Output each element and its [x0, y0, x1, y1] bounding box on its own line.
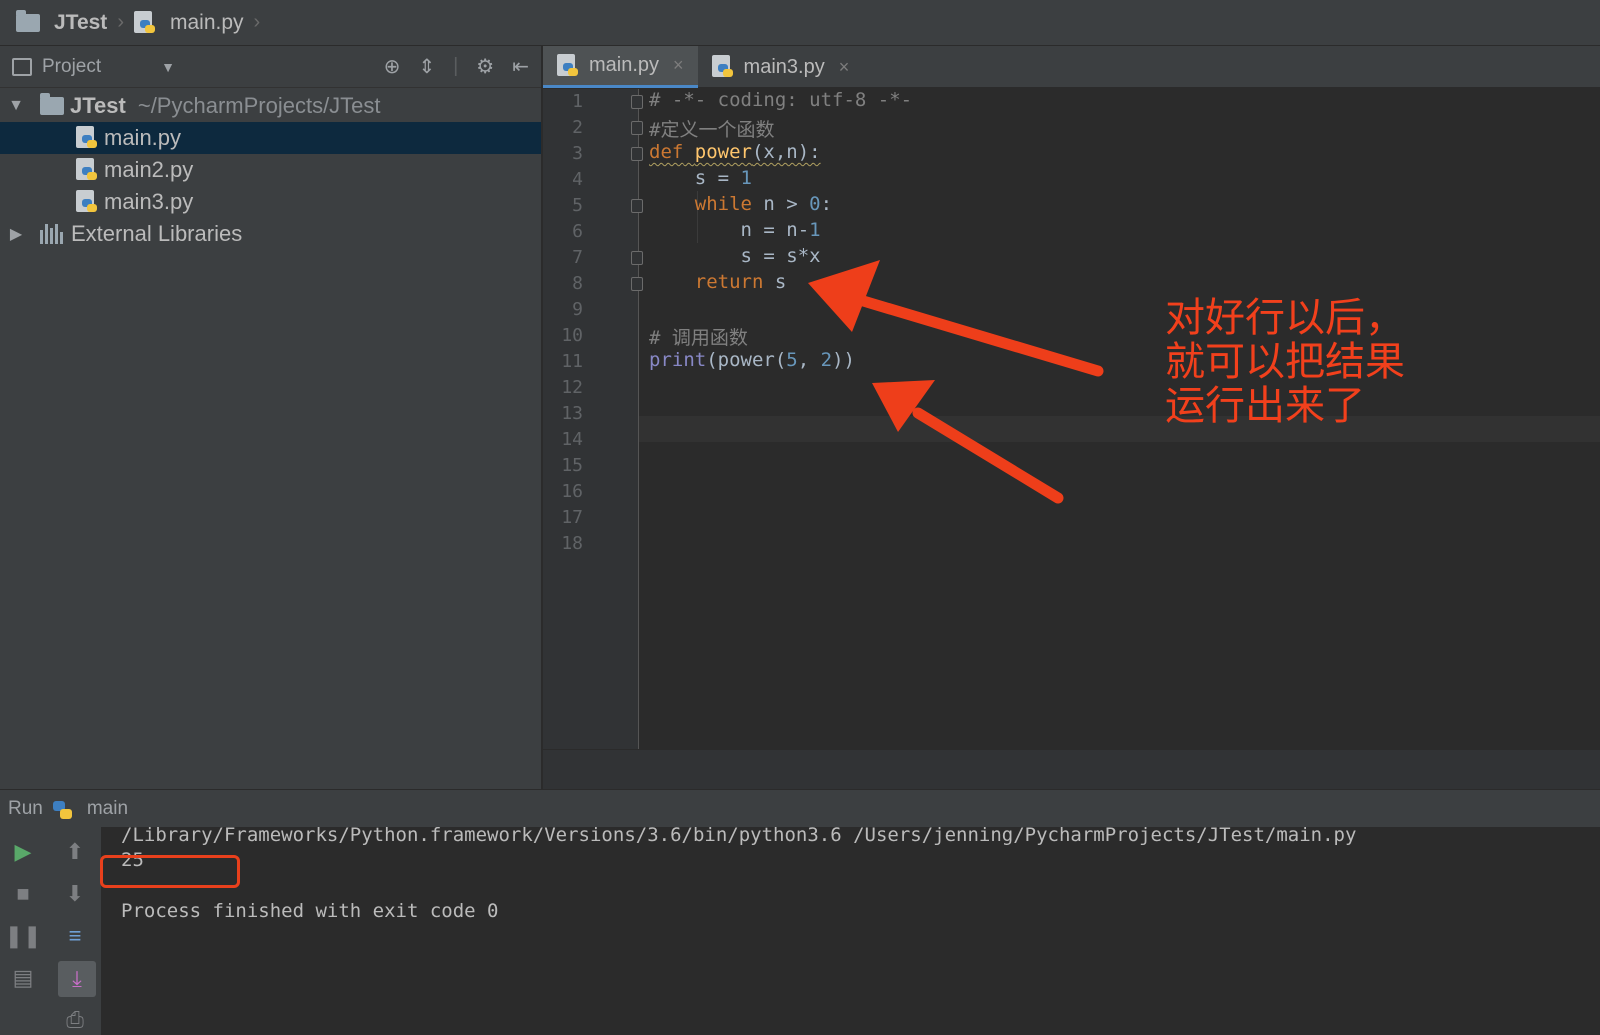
run-console-output[interactable]: /Library/Frameworks/Python.framework/Ver…	[103, 824, 1600, 1035]
run-label: Run	[8, 797, 43, 819]
stop-icon[interactable]: ■	[8, 879, 38, 909]
play-icon[interactable]: ▶	[8, 837, 38, 867]
arrow-to-return	[808, 260, 1104, 377]
print-icon[interactable]: ⎙	[60, 1005, 90, 1035]
run-toolbar: ▶ ■ ❚❚ ▤ ⬆ ⬇ ≡ ⤓ ⎙	[0, 827, 102, 1035]
scroll-to-end-icon[interactable]: ⤓	[58, 961, 96, 997]
run-panel-header: Run main	[0, 789, 1600, 827]
annotation-text: 对好行以后， 就可以把结果 运行出来了	[1165, 295, 1405, 429]
soft-wrap-icon[interactable]: ≡	[60, 921, 90, 951]
run-config-name[interactable]: main	[87, 798, 128, 820]
arrow-down-icon[interactable]: ⬇	[60, 879, 90, 909]
python-run-config-icon	[51, 797, 73, 821]
console-command-line: /Library/Frameworks/Python.framework/Ver…	[121, 824, 1357, 846]
result-highlight-box	[100, 855, 240, 888]
arrow-up-icon[interactable]: ⬆	[60, 837, 90, 867]
pause-icon[interactable]: ❚❚	[5, 921, 42, 951]
layout-icon[interactable]: ▤	[8, 963, 38, 993]
console-exit-line: Process finished with exit code 0	[121, 900, 499, 922]
arrow-to-print	[872, 380, 1064, 504]
